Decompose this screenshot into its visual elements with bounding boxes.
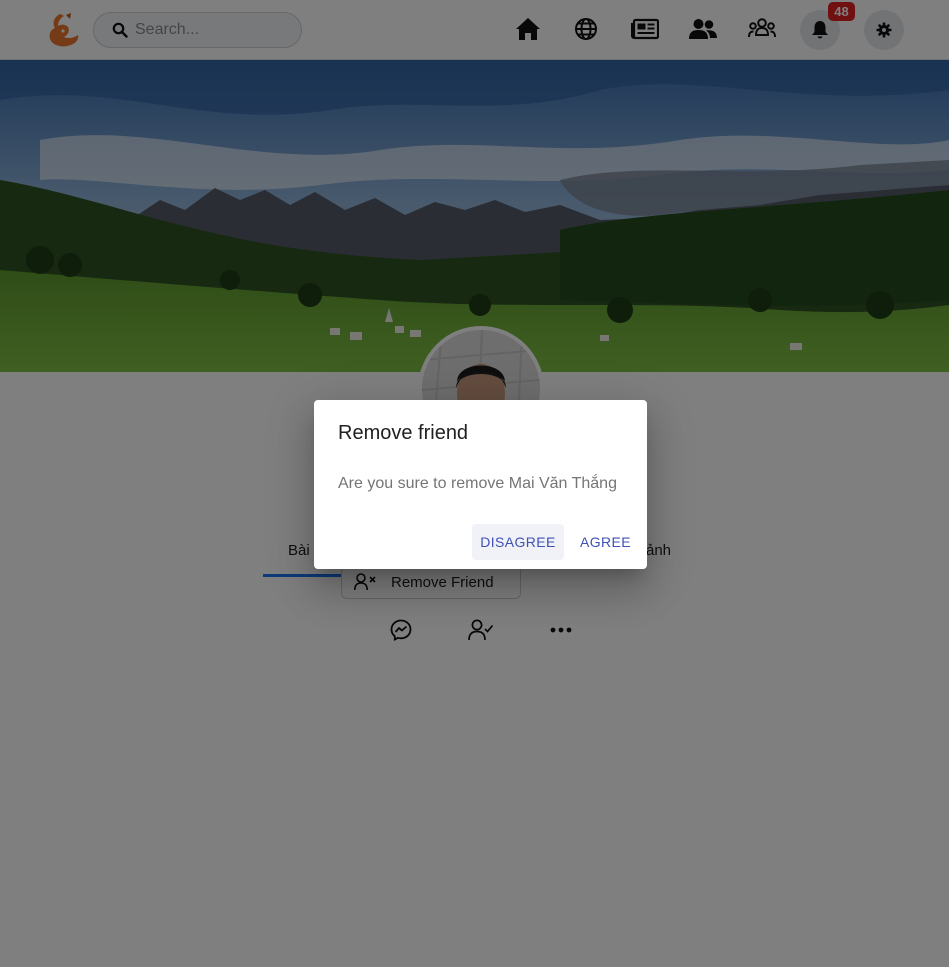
remove-friend-dialog: Remove friend Are you sure to remove Mai… bbox=[314, 400, 647, 569]
dialog-title: Remove friend bbox=[338, 422, 469, 444]
dialog-message: Are you sure to remove Mai Văn Thắng bbox=[338, 475, 617, 492]
agree-button[interactable]: AGREE bbox=[572, 524, 638, 560]
disagree-button[interactable]: DISAGREE bbox=[472, 524, 564, 560]
